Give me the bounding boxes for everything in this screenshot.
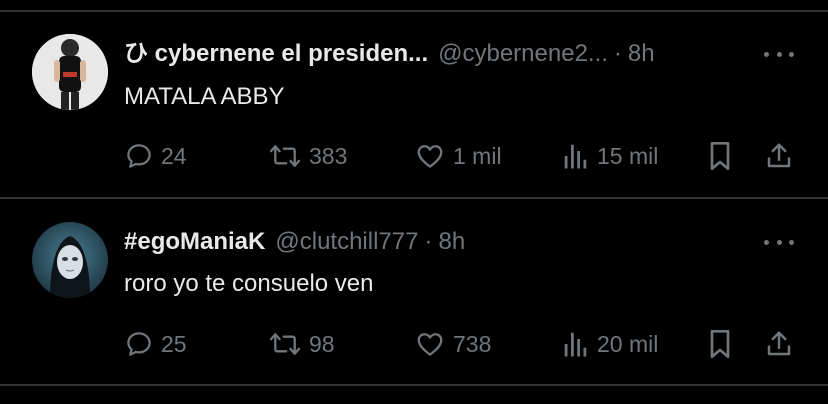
retweet-button[interactable]: 383 [268,140,347,172]
share-icon [767,143,791,168]
share-button[interactable] [764,328,794,360]
like-count: 738 [453,330,492,357]
views-count: 20 mil [597,330,659,357]
views-icon [564,144,587,169]
display-name[interactable]: #egoManiaK [124,226,265,258]
user-handle[interactable]: @clutchill777 [275,226,418,258]
bottom-divider [0,384,828,386]
reply-count: 24 [161,142,187,169]
reply-button[interactable]: 25 [124,328,187,360]
like-button[interactable]: 1 mil [414,140,502,172]
separator-dot: · [613,40,622,67]
display-name-text: cybernene el presiden... [154,40,429,67]
share-icon [767,331,791,356]
timestamp[interactable]: 8h [628,38,655,70]
bookmark-icon [710,330,730,358]
views-icon [564,332,587,357]
views-button[interactable]: 15 mil [562,140,658,172]
user-handle[interactable]: @cybernene2... [438,38,608,70]
avatar[interactable] [32,34,108,110]
avatar-image [32,34,108,110]
timestamp[interactable]: 8h [438,226,465,258]
retweet-icon [269,333,301,355]
name-emoji: ひ [124,40,148,67]
tweet-text: MATALA ABBY [124,83,285,110]
display-name[interactable]: ひ cybernene el presiden... [124,38,428,70]
tweet-header: #egoManiaK @clutchill777 · 8h [124,226,744,258]
tweet-1[interactable]: ひ cybernene el presiden... @cybernene2..… [0,0,828,198]
reply-count: 25 [161,330,187,357]
like-button[interactable]: 738 [414,328,491,360]
bookmark-button[interactable] [706,140,734,172]
separator-dot: · [424,228,433,255]
reply-button[interactable]: 24 [124,140,187,172]
retweet-count: 98 [309,330,335,357]
tweet-header: ひ cybernene el presiden... @cybernene2..… [124,38,744,70]
reply-icon [127,332,151,356]
reply-icon [127,144,151,168]
like-icon [417,333,443,356]
retweet-count: 383 [309,142,348,169]
like-count: 1 mil [453,142,502,169]
like-icon [417,145,443,168]
bookmark-button[interactable] [706,328,734,360]
views-button[interactable]: 20 mil [562,328,658,360]
tweet-2[interactable]: #egoManiaK @clutchill777 · 8h roro yo te… [0,199,828,385]
bookmark-icon [710,142,730,170]
tweet-text: roro yo te consuelo ven [124,270,374,297]
avatar-image [32,222,108,298]
views-count: 15 mil [597,142,659,169]
retweet-button[interactable]: 98 [268,328,335,360]
avatar[interactable] [32,222,108,298]
more-icon[interactable] [764,44,794,64]
more-icon[interactable] [764,232,794,252]
share-button[interactable] [764,140,794,172]
retweet-icon [269,145,301,167]
